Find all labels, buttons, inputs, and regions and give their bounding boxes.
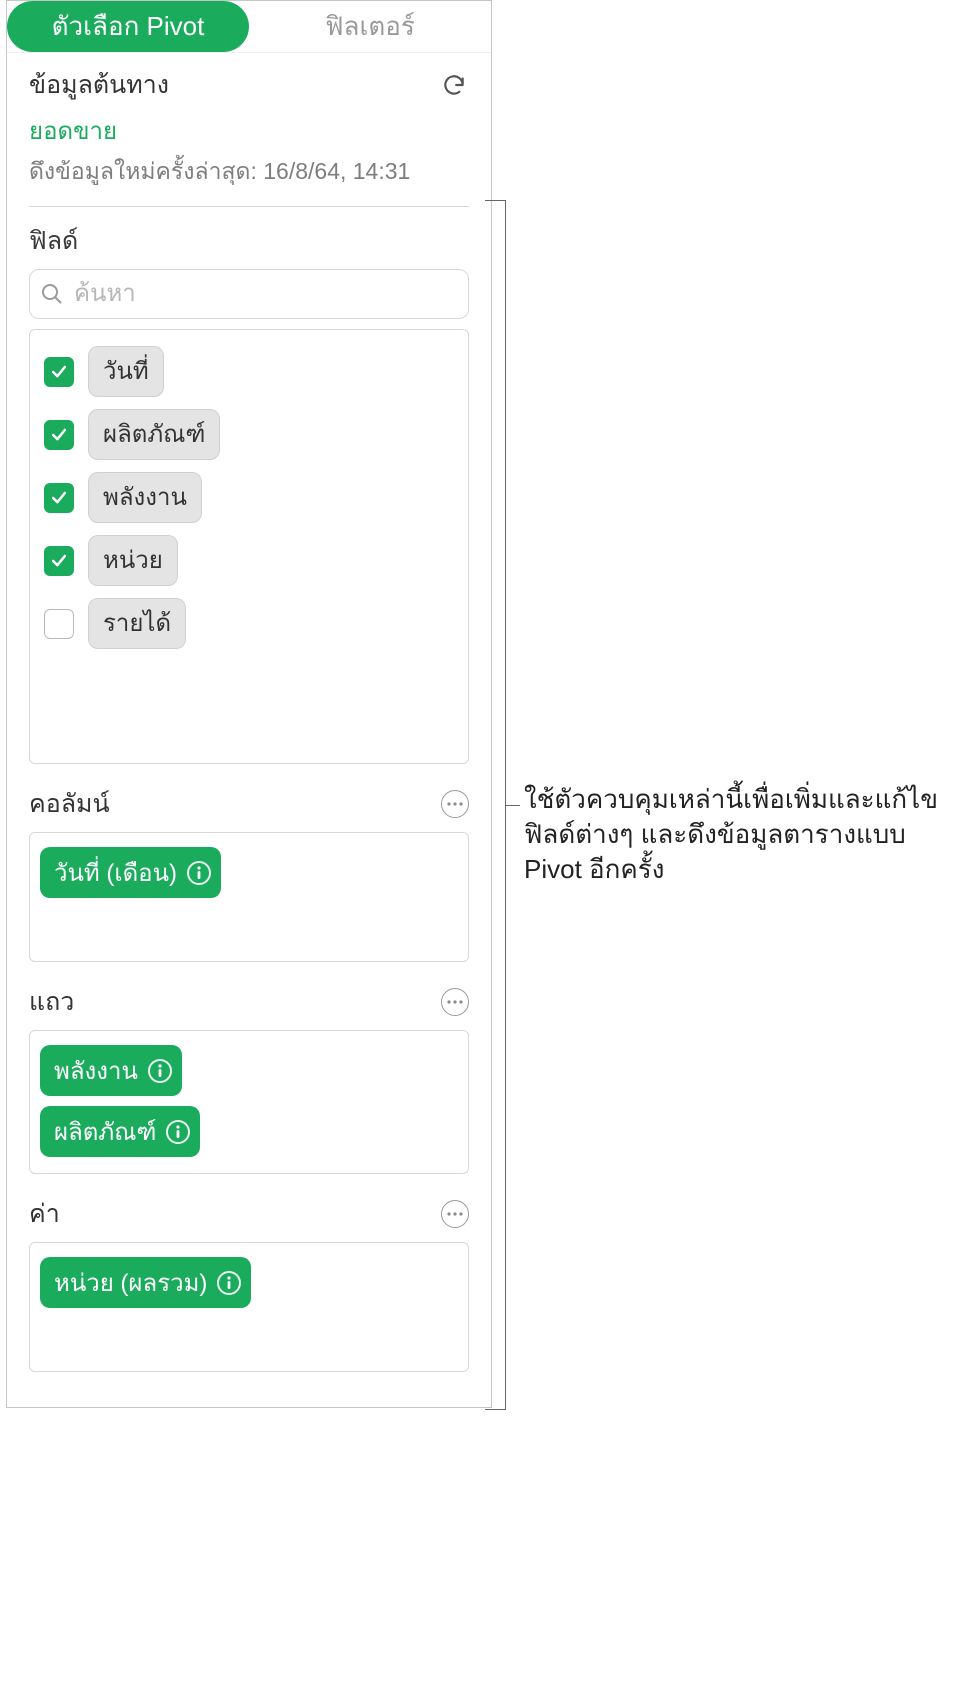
callout-connector <box>506 805 520 806</box>
field-pill[interactable]: รายได้ <box>88 598 186 649</box>
zone-field-label: หน่วย (ผลรวม) <box>54 1263 207 1302</box>
info-icon <box>194 866 204 880</box>
field-info-button[interactable] <box>166 1120 190 1144</box>
zone-field-pill[interactable]: ผลิตภัณฑ์ <box>40 1106 200 1157</box>
info-icon <box>224 1276 234 1290</box>
tab-pivot-options[interactable]: ตัวเลือก Pivot <box>7 1 249 52</box>
callout-text: ใช้ตัวควบคุมเหล่านี้เพื่อเพิ่มและแก้ไขฟิ… <box>524 782 944 887</box>
refresh-timestamp: ดึงข้อมูลใหม่ครั้งล่าสุด: 16/8/64, 14:31 <box>29 154 469 190</box>
more-icon <box>447 1212 463 1216</box>
zone-values-more-button[interactable] <box>441 1200 469 1228</box>
field-checkbox[interactable] <box>44 357 74 387</box>
check-icon <box>49 362 69 382</box>
field-pill[interactable]: ผลิตภัณฑ์ <box>88 409 220 460</box>
field-info-button[interactable] <box>148 1059 172 1083</box>
zone-rows-more-button[interactable] <box>441 988 469 1016</box>
divider <box>29 206 469 207</box>
more-icon <box>447 1000 463 1004</box>
callout-bracket <box>486 200 506 1410</box>
search-input[interactable] <box>64 279 458 309</box>
zone-rows-title: แถว <box>29 982 74 1022</box>
field-checkbox[interactable] <box>44 483 74 513</box>
field-pill[interactable]: วันที่ <box>88 346 164 397</box>
field-info-button[interactable] <box>217 1271 241 1295</box>
check-icon <box>49 488 69 508</box>
zone-columns-title: คอลัมน์ <box>29 784 110 824</box>
zone-rows[interactable]: พลังงานผลิตภัณฑ์ <box>29 1030 469 1174</box>
field-row: ผลิตภัณฑ์ <box>40 403 458 466</box>
zone-field-label: พลังงาน <box>54 1051 138 1090</box>
field-row: วันที่ <box>40 340 458 403</box>
zone-field-label: ผลิตภัณฑ์ <box>54 1112 156 1151</box>
field-checkbox[interactable] <box>44 609 74 639</box>
field-row: พลังงาน <box>40 466 458 529</box>
field-checkbox[interactable] <box>44 420 74 450</box>
refresh-button[interactable] <box>439 70 469 100</box>
zone-field-pill[interactable]: หน่วย (ผลรวม) <box>40 1257 251 1308</box>
field-row: หน่วย <box>40 529 458 592</box>
refresh-icon <box>441 72 467 98</box>
zone-columns[interactable]: วันที่ (เดือน) <box>29 832 469 962</box>
tabs: ตัวเลือก Pivot ฟิลเตอร์ <box>7 1 491 53</box>
zone-values[interactable]: หน่วย (ผลรวม) <box>29 1242 469 1372</box>
field-checkbox[interactable] <box>44 546 74 576</box>
field-pill[interactable]: พลังงาน <box>88 472 202 523</box>
fields-list: วันที่ผลิตภัณฑ์พลังงานหน่วยรายได้ <box>29 329 469 764</box>
search-field[interactable] <box>29 269 469 319</box>
field-row: รายได้ <box>40 592 458 655</box>
check-icon <box>49 551 69 571</box>
fields-title: ฟิลด์ <box>29 221 469 261</box>
more-icon <box>447 802 463 806</box>
tab-filter[interactable]: ฟิลเตอร์ <box>249 1 491 52</box>
source-title: ข้อมูลต้นทาง <box>29 65 169 105</box>
info-icon <box>155 1064 165 1078</box>
source-table-name[interactable]: ยอดขาย <box>29 111 469 150</box>
zone-columns-more-button[interactable] <box>441 790 469 818</box>
zone-field-label: วันที่ (เดือน) <box>54 853 177 892</box>
field-info-button[interactable] <box>187 861 211 885</box>
zone-field-pill[interactable]: พลังงาน <box>40 1045 182 1096</box>
zone-field-pill[interactable]: วันที่ (เดือน) <box>40 847 221 898</box>
search-icon <box>40 282 64 306</box>
source-section: ข้อมูลต้นทาง ยอดขาย ดึงข้อมูลใหม่ครั้งล่… <box>7 53 491 1372</box>
pivot-options-panel: ตัวเลือก Pivot ฟิลเตอร์ ข้อมูลต้นทาง ยอด… <box>6 0 492 1408</box>
zone-values-title: ค่า <box>29 1194 60 1234</box>
check-icon <box>49 425 69 445</box>
info-icon <box>173 1125 183 1139</box>
field-pill[interactable]: หน่วย <box>88 535 178 586</box>
